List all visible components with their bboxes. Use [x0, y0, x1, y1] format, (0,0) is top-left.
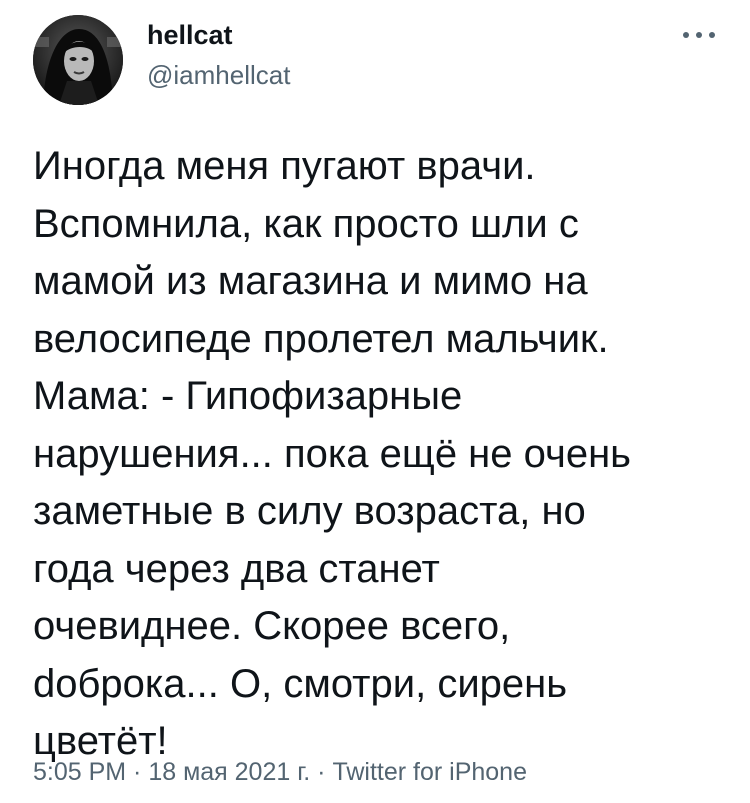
more-options-button[interactable] — [676, 20, 722, 50]
avatar[interactable] — [33, 15, 123, 105]
tweet-card: hellcat @iamhellcat Иногда меня пугают в… — [0, 0, 750, 803]
tweet-source[interactable]: Twitter for iPhone — [332, 758, 527, 786]
tweet-text: Иногда меня пугают врачи. Вспомнила, как… — [33, 144, 632, 763]
tweet-meta: 5:05 PM · 18 мая 2021 г. · Twitter for i… — [33, 758, 527, 787]
tweet-date[interactable]: 18 мая 2021 г. — [148, 758, 310, 786]
more-horizontal-icon — [683, 32, 715, 38]
avatar-image — [33, 15, 123, 105]
display-name[interactable]: hellcat — [147, 20, 233, 51]
meta-separator: · — [310, 758, 333, 786]
handle[interactable]: @iamhellcat — [147, 60, 290, 91]
meta-separator: · — [126, 758, 149, 786]
tweet-time[interactable]: 5:05 PM — [33, 758, 126, 786]
